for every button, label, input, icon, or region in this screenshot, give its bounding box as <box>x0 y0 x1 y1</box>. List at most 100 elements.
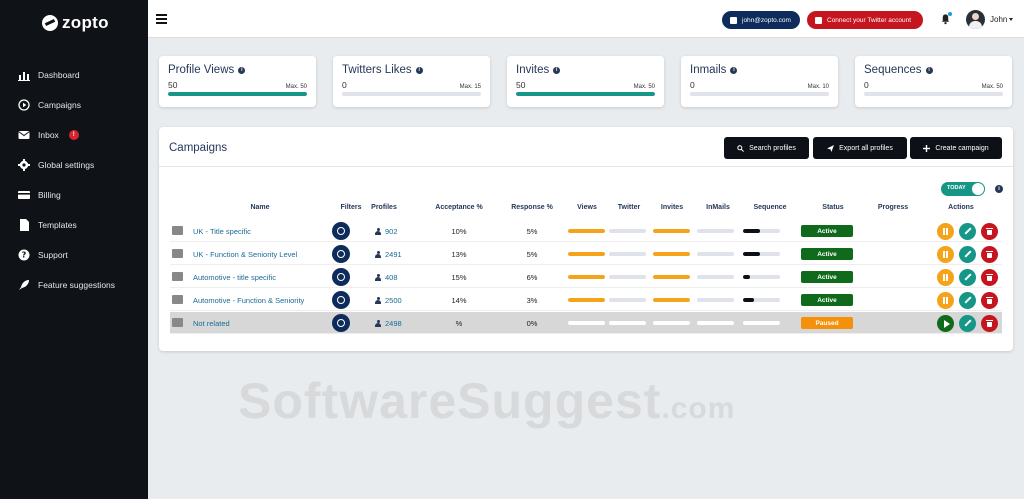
pause-button[interactable] <box>937 246 954 263</box>
edit-button[interactable] <box>959 223 976 240</box>
sequence-progress-bar <box>743 229 780 233</box>
sidebar-item-billing[interactable]: Billing <box>0 180 148 210</box>
search-profiles-label: Search profiles <box>749 144 796 152</box>
profiles-count[interactable]: 902 <box>375 220 398 242</box>
stat-values: 0 Max. 15 <box>342 80 481 90</box>
sidebar-item-global-settings[interactable]: Global settings <box>0 150 148 180</box>
paper-plane-icon <box>827 144 835 152</box>
create-campaign-button[interactable]: Create campaign <box>910 137 1002 159</box>
gear-icon <box>18 159 30 171</box>
profiles-count[interactable]: 2500 <box>375 289 402 311</box>
table-row[interactable]: UK - Title specific 902 10% 5% Active <box>170 220 1002 242</box>
brand-name: zopto <box>62 12 109 32</box>
profiles-count[interactable]: 2491 <box>375 243 402 265</box>
plus-icon <box>923 144 931 152</box>
menu-toggle-icon[interactable] <box>156 14 167 24</box>
table-row[interactable]: UK - Function & Seniority Level 2491 13% 5%… <box>170 243 1002 265</box>
invites-progress-fill <box>653 275 690 279</box>
user-menu[interactable]: John <box>990 15 1014 24</box>
stat-values: 50 Max. 50 <box>516 80 655 90</box>
filter-icon[interactable] <box>332 314 350 332</box>
table-row[interactable]: Not related 2498% 0% Paused <box>170 312 1002 334</box>
stat-progress-bar <box>168 92 307 96</box>
delete-button[interactable] <box>981 223 998 240</box>
sidebar-item-label: Dashboard <box>38 70 80 80</box>
profiles-count[interactable]: 2498 <box>375 312 402 334</box>
column-header-sequence: Sequence <box>753 204 787 211</box>
filter-icon[interactable] <box>332 245 350 263</box>
invites-progress-fill <box>653 252 690 256</box>
stat-value: 50 <box>168 80 178 90</box>
brand-logo[interactable]: zopto <box>0 0 148 34</box>
search-profiles-button[interactable]: Search profiles <box>724 137 809 159</box>
sidebar-item-label: Support <box>38 250 68 260</box>
delete-button[interactable] <box>981 315 998 332</box>
campaign-name-link[interactable]: Automotive - Function & Seniority <box>193 289 304 311</box>
sidebar-item-feature-suggestions[interactable]: Feature suggestions <box>0 270 148 300</box>
trash-icon <box>986 297 993 304</box>
filter-icon[interactable] <box>332 291 350 309</box>
edit-button[interactable] <box>959 292 976 309</box>
filter-icon[interactable] <box>332 222 350 240</box>
campaign-name-link[interactable]: Automotive - title specific <box>193 266 276 288</box>
user-icon <box>375 273 381 281</box>
create-campaign-label: Create campaign <box>935 144 989 152</box>
sequence-progress-bar <box>743 252 780 256</box>
invites-progress-bar <box>653 229 690 233</box>
response-rate: 5% <box>526 249 538 259</box>
pause-button[interactable] <box>937 292 954 309</box>
sidebar-item-inbox[interactable]: Inbox! <box>0 120 148 150</box>
status-badge: Active <box>801 225 853 237</box>
search-icon <box>737 144 745 152</box>
stat-title-label: Inmails <box>690 64 727 76</box>
acceptance-rate: 15% <box>451 272 467 282</box>
info-icon[interactable]: i <box>415 66 423 74</box>
sidebar-item-support[interactable]: ? Support <box>0 240 148 270</box>
campaign-name-link[interactable]: Not related <box>193 312 230 334</box>
status-badge: Paused <box>801 317 853 329</box>
credit-card-icon <box>18 191 30 199</box>
play-button[interactable] <box>937 315 954 332</box>
campaign-name-link[interactable]: UK - Function & Seniority Level <box>193 243 297 265</box>
export-profiles-button[interactable]: Export all profiles <box>813 137 907 159</box>
campaign-name-link[interactable]: UK - Title specific <box>193 220 251 242</box>
pause-button[interactable] <box>937 269 954 286</box>
sidebar-item-templates[interactable]: Templates <box>0 210 148 240</box>
filter-icon[interactable] <box>332 268 350 286</box>
edit-button[interactable] <box>959 246 976 263</box>
delete-button[interactable] <box>981 292 998 309</box>
sidebar-item-dashboard[interactable]: Dashboard <box>0 60 148 90</box>
profiles-count[interactable]: 408 <box>375 266 398 288</box>
delete-button[interactable] <box>981 246 998 263</box>
delete-button[interactable] <box>981 269 998 286</box>
connect-twitter-button[interactable]: Connect your Twitter account <box>807 11 923 29</box>
sidebar-item-label: Global settings <box>38 160 95 170</box>
sidebar-item-label: Feature suggestions <box>38 280 116 290</box>
stat-title: Profile Views i <box>168 64 307 76</box>
info-icon[interactable]: i <box>730 66 738 74</box>
stat-title: Sequences i <box>864 64 1003 76</box>
sequence-progress-bar <box>743 321 780 325</box>
today-toggle-label: TODAY <box>947 185 966 191</box>
twitter-progress-bar <box>609 275 646 279</box>
pause-icon <box>942 297 949 304</box>
info-icon[interactable]: i <box>553 66 561 74</box>
edit-button[interactable] <box>959 269 976 286</box>
campaigns-title: Campaigns <box>169 142 228 154</box>
info-icon[interactable]: i <box>925 66 933 74</box>
info-icon[interactable]: i <box>995 185 1003 193</box>
edit-button[interactable] <box>959 315 976 332</box>
sidebar: zopto Dashboard Campaigns Inbox! Global set… <box>0 0 148 499</box>
twitter-progress-bar <box>609 252 646 256</box>
email-account-button[interactable]: john@zopto.com <box>722 11 800 29</box>
table-row[interactable]: Automotive - Function & Seniority 2500 14%… <box>170 289 1002 311</box>
avatar[interactable] <box>966 10 985 29</box>
sequence-progress-fill <box>743 298 755 302</box>
table-row[interactable]: Automotive - title specific 408 15% 6% Activ… <box>170 266 1002 288</box>
today-toggle[interactable]: TODAY <box>941 182 985 196</box>
info-icon[interactable]: i <box>238 66 246 74</box>
pause-button[interactable] <box>937 223 954 240</box>
toggle-knob <box>972 183 984 195</box>
stat-values: 0 Max. 50 <box>864 80 1003 90</box>
sidebar-item-campaigns[interactable]: Campaigns <box>0 90 148 120</box>
